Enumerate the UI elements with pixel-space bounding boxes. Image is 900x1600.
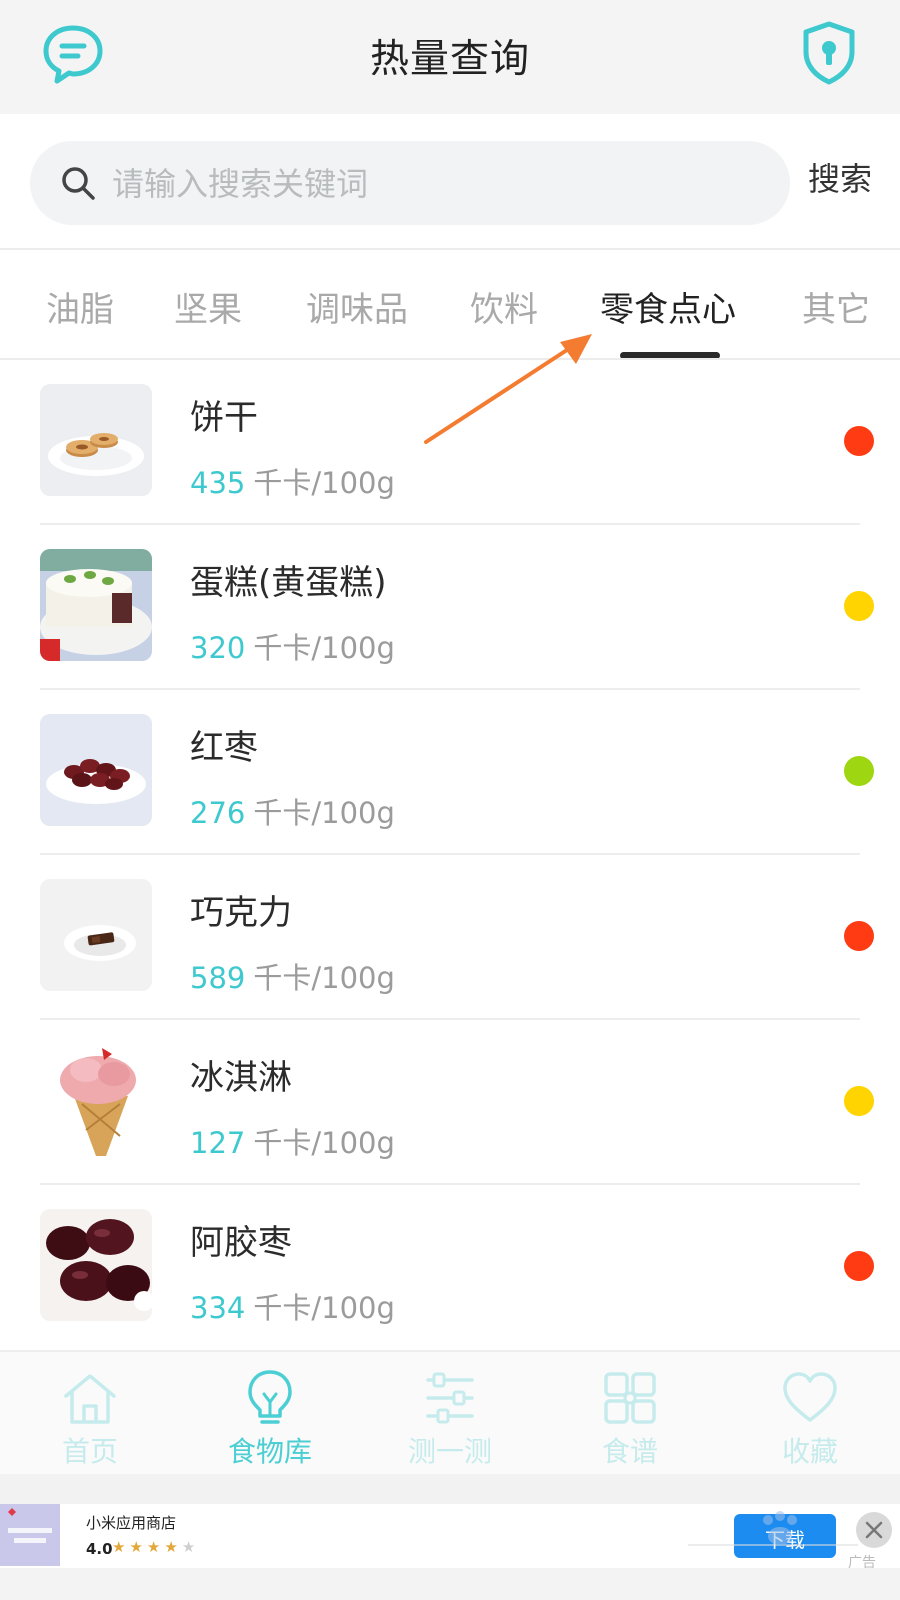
- calorie-info: 127 千卡/100g: [190, 1120, 395, 1162]
- shield-lock-icon: [803, 21, 855, 85]
- search-bar: 搜索: [0, 114, 900, 250]
- calorie-unit: 千卡/100g: [253, 1291, 395, 1325]
- food-image-chocolate: [40, 879, 152, 991]
- search-icon: [62, 167, 95, 200]
- calorie-level-dot: [844, 756, 874, 786]
- calorie-unit: 千卡/100g: [253, 796, 395, 830]
- calorie-info: 435 千卡/100g: [190, 460, 395, 502]
- calorie-unit: 千卡/100g: [253, 631, 395, 665]
- nav-label: 食谱: [601, 1435, 658, 1468]
- close-icon: [865, 1521, 883, 1539]
- grid-icon: [604, 1372, 656, 1424]
- calorie-info: 589 千卡/100g: [190, 955, 395, 997]
- bottom-strip: [0, 1568, 900, 1600]
- food-name: 蛋糕(黄蛋糕): [190, 563, 387, 603]
- tab-condiments[interactable]: 调味品: [306, 282, 408, 331]
- ad-app-name: 小米应用商店: [86, 1514, 177, 1532]
- sliders-icon: [426, 1372, 474, 1424]
- calorie-unit: 千卡/100g: [253, 961, 395, 995]
- nav-food-library[interactable]: 食物库: [180, 1352, 360, 1476]
- nav-test[interactable]: 测一测: [360, 1352, 540, 1476]
- calorie-unit: 千卡/100g: [253, 466, 395, 500]
- divider: [0, 248, 900, 250]
- calorie-level-dot: [844, 1251, 874, 1281]
- bottom-nav: 首页 食物库 测一测 食谱 收藏: [0, 1350, 900, 1476]
- calorie-unit: 千卡/100g: [253, 1126, 395, 1160]
- calorie-value: 320: [190, 631, 246, 665]
- search-box[interactable]: [30, 141, 790, 225]
- calorie-info: 334 千卡/100g: [190, 1285, 395, 1327]
- calorie-level-dot: [844, 426, 874, 456]
- home-icon: [64, 1374, 116, 1424]
- tab-oils[interactable]: 油脂: [46, 282, 114, 331]
- lightbulb-icon: [248, 1370, 292, 1424]
- page-title: 热量查询: [369, 37, 530, 82]
- calorie-value: 127: [190, 1126, 246, 1160]
- food-image-cake: [40, 549, 152, 661]
- heart-icon: [783, 1372, 837, 1422]
- tab-nuts[interactable]: 坚果: [174, 282, 242, 331]
- app-header: 热量查询: [0, 0, 900, 114]
- food-name: 阿胶枣: [190, 1223, 292, 1263]
- nav-label: 食物库: [227, 1435, 312, 1468]
- tab-drinks[interactable]: 饮料: [470, 282, 538, 331]
- list-item[interactable]: 巧克力 589 千卡/100g: [0, 855, 900, 1020]
- food-name: 冰淇淋: [190, 1058, 292, 1098]
- nav-label: 首页: [61, 1435, 118, 1468]
- calorie-level-dot: [844, 1086, 874, 1116]
- ad-banner[interactable]: 小米应用商店 4.0 ★★★★★ 下载 广告: [0, 1504, 900, 1571]
- search-input[interactable]: [110, 155, 774, 213]
- list-item[interactable]: 红枣 276 千卡/100g: [0, 690, 900, 855]
- ad-download-label: 下载: [765, 1528, 805, 1552]
- ad-spacer: [0, 1474, 900, 1504]
- privacy-button[interactable]: [800, 20, 858, 86]
- star-icon: ★: [112, 1538, 130, 1556]
- star-icon: ★: [181, 1538, 200, 1556]
- calorie-value: 589: [190, 961, 246, 995]
- calorie-info: 276 千卡/100g: [190, 790, 395, 832]
- list-item[interactable]: 饼干 435 千卡/100g: [0, 360, 900, 525]
- food-image-biscuits: [40, 384, 152, 496]
- list-item[interactable]: 阿胶枣 334 千卡/100g: [0, 1185, 900, 1350]
- nav-label: 收藏: [781, 1435, 838, 1468]
- calorie-value: 276: [190, 796, 246, 830]
- nav-label: 测一测: [407, 1435, 492, 1468]
- tab-others[interactable]: 其它: [802, 282, 870, 331]
- ad-star-rating: ★★★★★: [112, 1538, 199, 1556]
- ad-rating: 4.0: [86, 1540, 113, 1558]
- nav-home[interactable]: 首页: [0, 1352, 180, 1476]
- star-icon: ★: [129, 1538, 147, 1556]
- food-name: 红枣: [190, 728, 258, 768]
- food-image-ice-cream: [40, 1044, 152, 1156]
- list-item[interactable]: 蛋糕(黄蛋糕) 320 千卡/100g: [0, 525, 900, 690]
- food-name: 巧克力: [190, 893, 292, 933]
- calorie-value: 334: [190, 1291, 246, 1325]
- ad-app-thumbnail: [0, 1504, 60, 1566]
- star-icon: ★: [164, 1538, 182, 1556]
- ad-close-button[interactable]: [856, 1512, 892, 1548]
- search-button[interactable]: 搜索: [808, 154, 872, 200]
- calorie-level-dot: [844, 921, 874, 951]
- food-image-ejiao-dates: [40, 1209, 152, 1321]
- calorie-level-dot: [844, 591, 874, 621]
- food-image-red-dates: [40, 714, 152, 826]
- nav-recipes[interactable]: 食谱: [540, 1352, 720, 1476]
- calorie-value: 435: [190, 466, 246, 500]
- star-icon: ★: [146, 1538, 165, 1556]
- tab-snacks[interactable]: 零食点心: [600, 282, 736, 331]
- category-tabs: 油脂 坚果 调味品 饮料 零食点心 其它: [0, 252, 900, 359]
- ad-download-button[interactable]: 下载: [734, 1514, 836, 1558]
- nav-favorites[interactable]: 收藏: [720, 1352, 900, 1476]
- calorie-info: 320 千卡/100g: [190, 625, 395, 667]
- list-item[interactable]: 冰淇淋 127 千卡/100g: [0, 1020, 900, 1185]
- food-name: 饼干: [190, 398, 258, 438]
